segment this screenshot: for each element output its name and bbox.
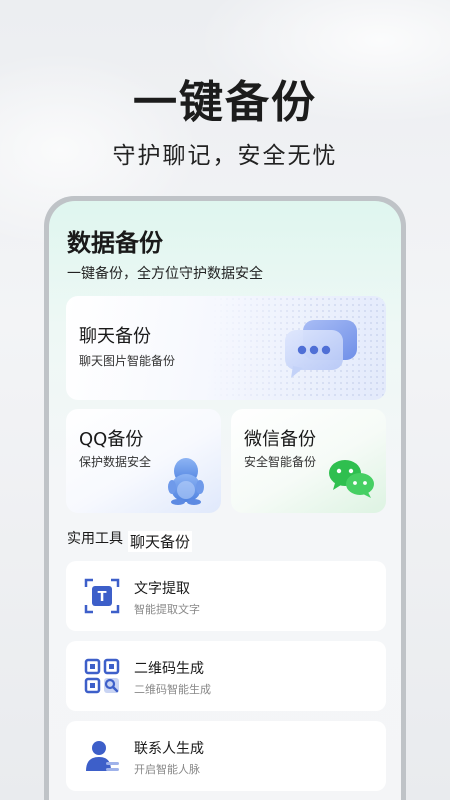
svg-text:T: T: [98, 590, 107, 605]
tool-name: 联系人生成: [134, 741, 204, 757]
tool-text-extract[interactable]: T 文字提取 智能提取文字: [66, 561, 386, 631]
wechat-icon: [329, 460, 374, 498]
tools-section-label: 实用工具: [67, 531, 123, 547]
chat-backup-card[interactable]: 聊天备份 聊天图片智能备份: [66, 296, 386, 400]
tool-desc: 二维码智能生成: [134, 683, 211, 696]
wechat-backup-title: 微信备份: [244, 429, 316, 450]
tool-desc: 开启智能人脉: [134, 763, 200, 776]
qq-backup-card[interactable]: QQ备份 保护数据安全: [66, 409, 221, 513]
tool-name: 二维码生成: [134, 661, 204, 677]
app-screen: 数据备份 一键备份，全方位守护数据安全 聊天备份 聊天图片智能备份 QQ备份 保…: [49, 201, 401, 800]
page-title: 数据备份: [67, 229, 163, 257]
qq-penguin-icon: [168, 458, 204, 505]
contact-icon: [86, 741, 119, 771]
tools-section-overlay-label: 聊天备份: [128, 531, 193, 552]
hero-subtitle: 守护聊记，安全无忧: [112, 143, 338, 169]
qq-backup-desc: 保护数据安全: [79, 455, 152, 469]
qq-backup-title: QQ备份: [79, 429, 144, 450]
tool-name: 文字提取: [134, 581, 190, 597]
chat-backup-desc: 聊天图片智能备份: [79, 354, 176, 368]
chat-bubbles-icon: [285, 320, 357, 378]
text-scan-icon: T: [84, 578, 120, 614]
qr-code-icon: [84, 658, 120, 694]
wechat-backup-card[interactable]: 微信备份 安全智能备份: [231, 409, 386, 513]
hero-title: 一键备份: [133, 77, 317, 128]
wechat-backup-desc: 安全智能备份: [244, 455, 317, 469]
tool-qr-generate[interactable]: 二维码生成 二维码智能生成: [66, 641, 386, 711]
phone-frame: 数据备份 一键备份，全方位守护数据安全 聊天备份 聊天图片智能备份 QQ备份 保…: [44, 196, 406, 800]
page-subtitle: 一键备份，全方位守护数据安全: [67, 266, 263, 282]
tool-contact-generate[interactable]: 联系人生成 开启智能人脉: [66, 721, 386, 791]
chat-backup-title: 聊天备份: [79, 326, 151, 347]
tool-desc: 智能提取文字: [134, 603, 200, 616]
